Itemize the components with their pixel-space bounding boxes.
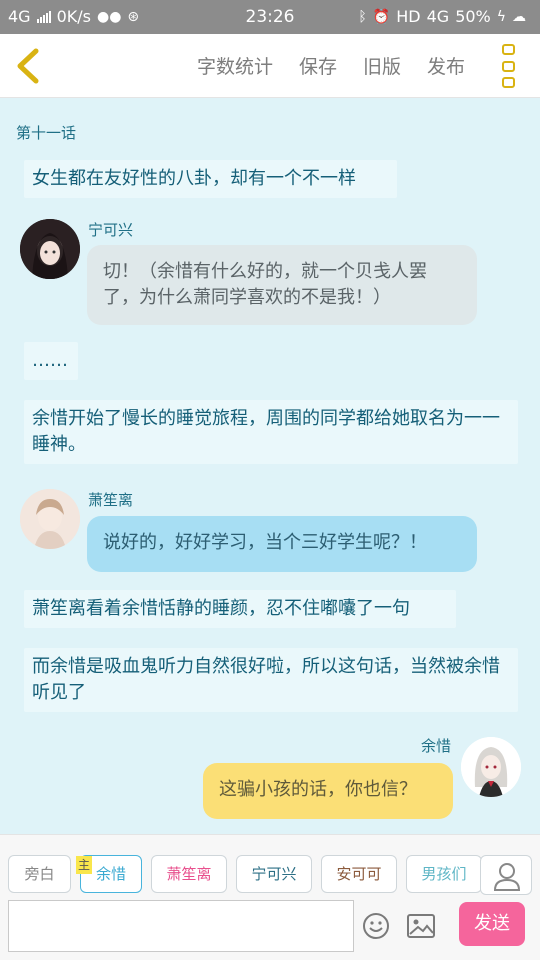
role-boys-button[interactable]: 男孩们	[406, 855, 482, 893]
person-icon	[493, 863, 521, 891]
bluetooth-icon: ᛒ	[358, 8, 367, 25]
avatar-yu-xi[interactable]	[461, 737, 521, 797]
role-an-keke-button[interactable]: 安可可	[321, 855, 397, 893]
message-bubble[interactable]: 说好的，好好学习，当个三好学生呢？！	[87, 516, 477, 572]
status-right: ᛒ ⏰ HD 4G 50% ϟ ☁	[358, 7, 526, 26]
chat-area[interactable]: 第十一话 女生都在友好性的八卦，却有一个不一样 宁可兴 切！（余惜有什么好的，就…	[0, 98, 540, 834]
word-count-button[interactable]: 字数统计	[197, 52, 273, 79]
avatar-ning-kexing[interactable]	[20, 219, 80, 279]
battery-percent: 50%	[455, 7, 491, 26]
hd-label: HD	[396, 7, 421, 26]
speaker-name: 萧笙离	[88, 491, 134, 509]
avatar-image	[20, 219, 80, 279]
role-selector-bar: 旁白 余惜 萧笙离 宁可兴 安可可 男孩们 主	[0, 834, 540, 898]
send-button[interactable]: 发送	[459, 902, 525, 946]
main-role-badge: 主	[76, 856, 92, 874]
more-menu-button[interactable]	[502, 44, 518, 88]
chapter-title: 第十一话	[16, 124, 77, 142]
input-bar: 发送	[0, 898, 540, 960]
cloud-icon: ☁	[512, 8, 526, 25]
publish-button[interactable]: 发布	[427, 52, 465, 79]
charging-icon: ϟ	[496, 8, 506, 25]
avatar-image	[20, 489, 80, 549]
status-bar: 4G 0K/s ●● ⊛ 23:26 ᛒ ⏰ HD 4G 50% ϟ ☁	[0, 0, 540, 34]
image-icon	[407, 914, 435, 938]
avatar-image	[461, 737, 521, 797]
message-bubble[interactable]: 这骗小孩的话，你也信？	[203, 763, 453, 819]
narration-3[interactable]: 余惜开始了慢长的睡觉旅程，周围的同学都给她取名为一一睡神。	[24, 400, 518, 464]
narration-5[interactable]: 而余惜是吸血鬼听力自然很好啦，所以这句话，当然被余惜听见了	[24, 648, 518, 712]
alarm-icon: ⏰	[372, 8, 391, 25]
image-button[interactable]	[406, 912, 436, 940]
network-label-2: 4G	[426, 7, 450, 26]
speaker-name: 余惜	[421, 737, 452, 755]
smiley-icon	[363, 913, 389, 939]
speaker-name: 宁可兴	[88, 221, 134, 239]
top-actions: 字数统计 保存 旧版 发布	[197, 52, 465, 79]
avatar-xiao-shengli[interactable]	[20, 489, 80, 549]
role-narrator-button[interactable]: 旁白	[8, 855, 71, 893]
back-button[interactable]	[10, 46, 50, 86]
narration-1[interactable]: 女生都在友好性的八卦，却有一个不一样	[24, 160, 397, 198]
message-input[interactable]	[8, 900, 354, 952]
message-bubble[interactable]: 切！（余惜有什么好的，就一个贝戋人罢了，为什么萧同学喜欢的不是我！）	[87, 245, 477, 325]
more-dot-icon	[502, 44, 515, 55]
top-bar: 字数统计 保存 旧版 发布	[0, 34, 540, 98]
add-character-button[interactable]	[480, 855, 532, 895]
save-button[interactable]: 保存	[299, 52, 337, 79]
chevron-left-icon	[17, 48, 39, 84]
more-dot-icon	[502, 77, 515, 88]
role-ning-kexing-button[interactable]: 宁可兴	[236, 855, 312, 893]
role-xiao-shengli-button[interactable]: 萧笙离	[151, 855, 227, 893]
emoji-button[interactable]	[362, 912, 390, 940]
narration-4[interactable]: 萧笙离看着余惜恬静的睡颜，忍不住嘟囔了一句	[24, 590, 456, 628]
more-dot-icon	[502, 60, 515, 72]
narration-2[interactable]: ……	[24, 342, 78, 380]
old-version-button[interactable]: 旧版	[363, 52, 401, 79]
